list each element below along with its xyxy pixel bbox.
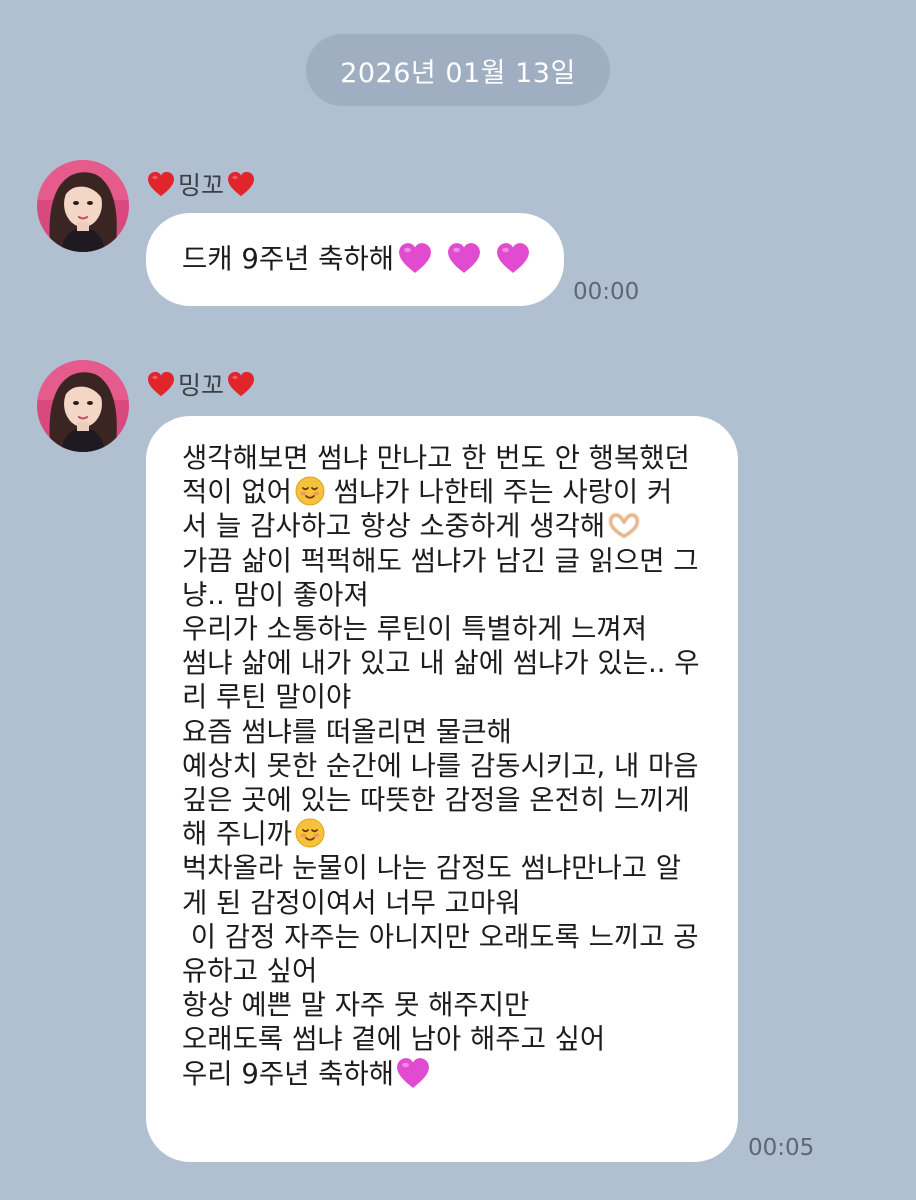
red-heart-icon [227, 171, 255, 197]
message-line: 우리가 소통하는 루틴이 특별하게 느껴져 [182, 613, 648, 646]
pink-heart-icon [447, 242, 481, 274]
smiling-face-icon [295, 818, 325, 848]
pink-heart-icon [396, 1057, 430, 1089]
message-line: 예상치 못한 순간에 나를 감동시키고, 내 마음 [182, 749, 699, 782]
sender-name-text: 밍꼬 [178, 171, 225, 200]
message-line: 냥.. 맘이 좋아져 [182, 578, 369, 611]
message-line: 항상 예쁜 말 자주 못 해주지만 [182, 989, 530, 1022]
sender-name: 밍꼬 [147, 166, 255, 202]
message-line: 서 늘 감사하고 항상 소중하게 생각해 [182, 509, 718, 543]
red-heart-icon [147, 171, 175, 197]
message-line: 이 감정 자주는 아니지만 오래도록 느끼고 공 [182, 920, 699, 953]
date-divider: 2026년 01월 13일 [306, 34, 610, 106]
message-line: 해 주니까 [182, 817, 718, 851]
message-line: 우리 9주년 축하해 [182, 1057, 718, 1091]
pink-heart-icon [398, 242, 432, 274]
message-line: 적이 없어 썸냐가 나한테 주는 사랑이 커 [182, 476, 673, 509]
message-line: 게 된 감정이여서 너무 고마워 [182, 886, 521, 919]
sender-avatar[interactable] [37, 360, 129, 452]
message-time: 00:05 [748, 1135, 815, 1161]
message-bubble[interactable]: 생각해보면 썸냐 만나고 한 번도 안 행복했던 적이 없어 썸냐가 나한테 주는… [146, 416, 738, 1162]
message-line: 가끔 삶이 퍽퍽해도 썸냐가 남긴 글 읽으면 그 [182, 544, 699, 577]
message-line: 깊은 곳에 있는 따뜻한 감정을 온전히 느끼게 [182, 784, 690, 817]
message-line: 오래도록 썸냐 곁에 남아 해주고 싶어 [182, 1023, 606, 1056]
message-line: 요즘 썸냐를 떠올리면 물큰해 [182, 715, 512, 748]
sender-name-text: 밍꼬 [178, 371, 225, 400]
message-line: 썸냐 삶에 내가 있고 내 삶에 썸냐가 있는.. 우 [182, 647, 700, 680]
pink-heart-icon [496, 242, 530, 274]
red-heart-icon [147, 371, 175, 397]
message-line: 유하고 싶어 [182, 955, 318, 988]
smiling-face-icon [295, 476, 325, 506]
message-time: 00:00 [573, 279, 640, 305]
message-line: 생각해보면 썸냐 만나고 한 번도 안 행복했던 [182, 442, 690, 474]
message-line: 리 루틴 말이야 [182, 681, 352, 714]
sender-avatar[interactable] [37, 160, 129, 252]
heart-hands-icon [608, 511, 640, 539]
red-heart-icon [227, 371, 255, 397]
message-line: 벅차올라 눈물이 나는 감정도 썸냐만나고 알 [182, 852, 682, 885]
message-bubble[interactable]: 드캐 9주년 축하해 [146, 213, 564, 306]
sender-name: 밍꼬 [147, 366, 255, 402]
message-text: 드캐 9주년 축하해 [182, 243, 395, 275]
